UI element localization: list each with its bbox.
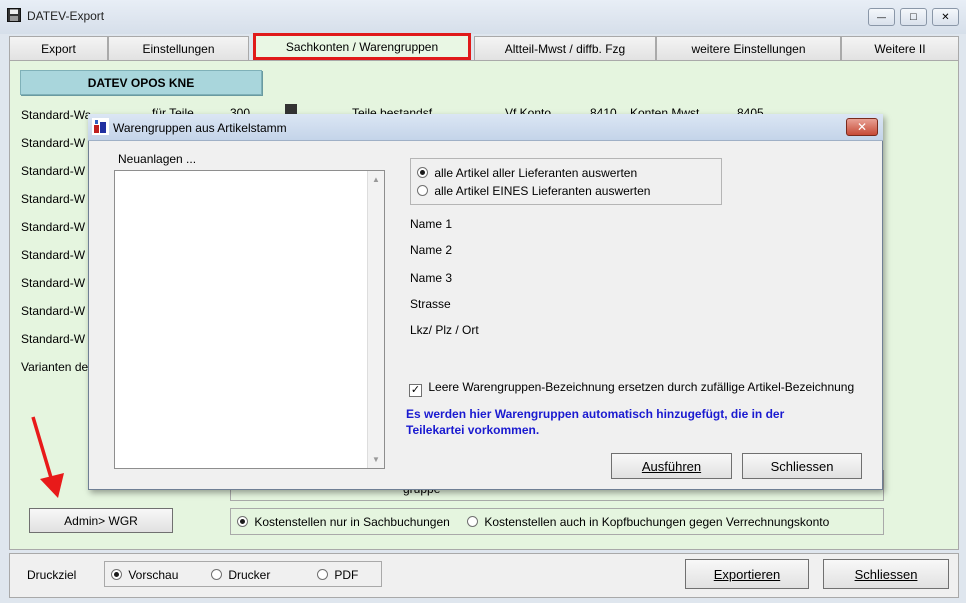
kostenstellen-option-sachbuchungen[interactable]: Kostenstellen nur in Sachbuchungen [237, 515, 450, 529]
druckziel-drucker[interactable]: Drucker [211, 568, 270, 582]
row-label: Standard-W [21, 248, 86, 262]
field-lkz-plz-ort: Lkz/ Plz / Ort [410, 323, 479, 337]
tab-altteil-mwst[interactable]: Altteil-Mwst / diffb. Fzg [474, 36, 656, 60]
neuanlagen-label: Neuanlagen ... [118, 152, 197, 166]
tab-export[interactable]: Export [9, 36, 108, 60]
scroll-down-icon[interactable]: ▼ [368, 451, 384, 468]
row-label: Standard-W [21, 276, 86, 290]
field-strasse: Strasse [410, 297, 451, 311]
maximize-icon: □ [910, 11, 917, 23]
datev-opos-kne-button[interactable]: DATEV OPOS KNE [20, 70, 262, 95]
exportieren-button[interactable]: Exportieren [685, 559, 809, 589]
minimize-icon: — [877, 12, 886, 22]
row-label: Standard-W [21, 136, 86, 150]
hidden-first-row: für Teile 300 Teile bestandsf. Vf Konto … [152, 104, 764, 114]
close-button[interactable]: ✕ [932, 8, 959, 26]
kostenstellen-option-kopfbuchungen[interactable]: Kostenstellen auch in Kopfbuchungen gege… [467, 515, 829, 529]
scroll-up-icon[interactable]: ▲ [368, 171, 384, 188]
red-arrow-annotation [31, 416, 64, 498]
druckziel-pdf[interactable]: PDF [317, 568, 358, 582]
tab-weitere-einstellungen[interactable]: weitere Einstellungen [656, 36, 841, 60]
dialog-title: Warengruppen aus Artikelstamm [113, 121, 287, 135]
kostenstellen-group: Kostenstellen nur in Sachbuchungen Koste… [230, 508, 884, 535]
row-label: Standard-W [21, 192, 86, 206]
radio-icon [417, 185, 428, 196]
radio-selected-icon [417, 167, 428, 178]
radio-icon [317, 569, 328, 580]
close-icon: ✕ [941, 11, 950, 23]
minimize-button[interactable]: — [868, 8, 895, 26]
druckziel-vorschau[interactable]: Vorschau [111, 568, 178, 582]
list-icon [285, 104, 297, 114]
option-alle-lieferanten[interactable]: alle Artikel aller Lieferanten auswerten [417, 166, 637, 180]
druckziel-group: Vorschau Drucker PDF [104, 561, 382, 587]
dialog-close-button[interactable]: ✕ [846, 118, 878, 136]
option-eines-lieferanten[interactable]: alle Artikel EINES Lieferanten auswerten [417, 184, 650, 198]
admin-wgr-button[interactable]: Admin> WGR [29, 508, 173, 533]
field-name-1: Name 1 [410, 217, 453, 231]
tab-sachkonten-warengruppen[interactable]: Sachkonten / Warengruppen [253, 33, 471, 60]
field-name-2: Name 2 [410, 243, 453, 257]
ausfuehren-button[interactable]: Ausführen [611, 453, 732, 479]
dialog-schliessen-button[interactable]: Schliessen [742, 453, 862, 479]
field-name-3: Name 3 [410, 271, 453, 285]
app-logo-icon [92, 118, 109, 135]
radio-selected-icon [237, 516, 248, 527]
radio-selected-icon [111, 569, 122, 580]
row-label: Standard-Wa [21, 108, 92, 122]
checkmark-icon: ✓ [409, 384, 422, 397]
tab-weitere-ii[interactable]: Weitere II [841, 36, 959, 60]
schliessen-button[interactable]: Schliessen [823, 559, 949, 589]
row-label: Standard-W [21, 332, 86, 346]
list-scrollbar[interactable]: ▲ ▼ [367, 171, 384, 468]
leere-warengruppen-checkbox[interactable]: ✓ Leere Warengruppen-Bezeichnung ersetze… [409, 380, 854, 397]
radio-icon [467, 516, 478, 527]
row-label: Varianten de [21, 360, 89, 374]
neuanlagen-list[interactable] [114, 170, 385, 469]
row-label: Standard-W [21, 164, 86, 178]
maximize-button[interactable]: □ [900, 8, 927, 26]
druckziel-label: Druckziel [27, 568, 77, 582]
row-label: Standard-W [21, 220, 86, 234]
lieferanten-option-group: alle Artikel aller Lieferanten auswerten… [410, 158, 722, 205]
tab-einstellungen[interactable]: Einstellungen [108, 36, 249, 60]
row-label: Standard-W [21, 304, 86, 318]
window-title: DATEV-Export [27, 9, 105, 23]
window-titlebar [0, 0, 966, 34]
close-icon: ✕ [856, 120, 868, 134]
floppy-disk-icon [7, 8, 21, 22]
info-text: Es werden hier Warengruppen automatisch … [406, 407, 785, 437]
radio-icon [211, 569, 222, 580]
